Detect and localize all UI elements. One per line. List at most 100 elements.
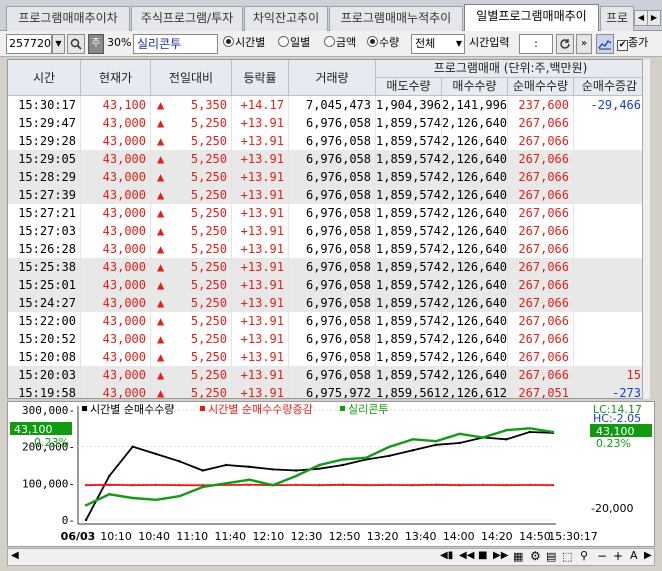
header-program-group: 프로그램매매 (단위:주,백만원) bbox=[376, 60, 646, 78]
cell-buy: 2,126,640 bbox=[442, 204, 508, 222]
radio-time[interactable]: 시간별 bbox=[223, 34, 278, 54]
table-row[interactable]: 15:20:52 43,000 ▲ 5,250 +13.91 6,976,058 1,859… bbox=[8, 330, 646, 348]
cell-volume: 6,976,058 bbox=[289, 132, 376, 150]
scroll-right-icon[interactable]: ▶ bbox=[644, 550, 652, 561]
series-point bbox=[108, 483, 111, 486]
y-tick-label: 100,000- bbox=[22, 477, 75, 490]
table-row[interactable]: 15:30:17 43,100 ▲ 5,350 +14.17 7,045,473 1,904… bbox=[8, 96, 646, 114]
table-row[interactable]: 15:29:28 43,000 ▲ 5,250 +13.91 6,976,058 1,859… bbox=[8, 132, 646, 150]
header-time: 시간 bbox=[8, 60, 81, 96]
cell-rate: +13.91 bbox=[232, 168, 289, 186]
radio-amount[interactable]: 금액 bbox=[324, 34, 366, 54]
cell-buy: 2,126,640 bbox=[442, 348, 508, 366]
scope-select[interactable]: 전체 ▼ bbox=[411, 34, 465, 54]
chart-icon[interactable] bbox=[596, 34, 614, 54]
cell-rate: +13.91 bbox=[232, 276, 289, 294]
tab-program-more[interactable]: 프로 bbox=[600, 6, 634, 31]
series-point bbox=[458, 483, 461, 487]
zoom-out-icon[interactable]: − bbox=[597, 549, 607, 563]
chart-canvas[interactable]: 300,000-200,000-100,000-0-06/03 10:10 10:4… bbox=[8, 402, 654, 546]
cell-time: 15:28:29 bbox=[8, 168, 81, 186]
grid-view-icon[interactable]: ▦ bbox=[513, 550, 523, 563]
font-size-icon[interactable]: A bbox=[630, 549, 638, 562]
cell-inc bbox=[574, 348, 646, 366]
rewind-icon[interactable]: ◀▮ bbox=[440, 550, 453, 561]
zoom-icon[interactable]: ⚲ bbox=[580, 549, 588, 562]
radio-amount-icon bbox=[324, 36, 335, 47]
cell-net: 237,600 bbox=[508, 96, 574, 114]
cell-time: 15:27:21 bbox=[8, 204, 81, 222]
cell-net: 267,066 bbox=[508, 114, 574, 132]
cell-change: ▲ 5,250 bbox=[151, 186, 232, 204]
cell-time: 15:24:27 bbox=[8, 294, 81, 312]
settings-icon[interactable]: ⚙ bbox=[530, 549, 541, 563]
x-tick-label: 10:40 bbox=[138, 530, 170, 543]
cell-price: 43,000 bbox=[81, 240, 151, 258]
change-value: 5,250 bbox=[190, 332, 227, 346]
program-trade-table: 시간 현재가 전일대비 등락률 거래량 프로그램매매 (단위:주,백만원) 매도… bbox=[7, 59, 650, 399]
table-row[interactable]: 15:27:03 43,000 ▲ 5,250 +13.91 6,976,058 1,859… bbox=[8, 222, 646, 240]
stop-icon[interactable]: ■ bbox=[478, 550, 487, 561]
cell-price: 43,000 bbox=[81, 168, 151, 186]
tab-arbitrage-balance[interactable]: 차익잔고추이 bbox=[244, 6, 328, 31]
copy-icon[interactable]: ▤ bbox=[546, 550, 556, 563]
header-net-inc: 순매수증감 bbox=[574, 78, 646, 96]
cell-net: 267,066 bbox=[508, 168, 574, 186]
table-row[interactable]: 15:20:03 43,000 ▲ 5,250 +13.91 6,976,058 1,859… bbox=[8, 366, 646, 384]
table-row[interactable]: 15:25:01 43,000 ▲ 5,250 +13.91 6,976,058 1,859… bbox=[8, 276, 646, 294]
cell-buy: 2,126,640 bbox=[442, 132, 508, 150]
cell-sell: 1,859,574 bbox=[376, 114, 442, 132]
chevron-down-icon: ▼ bbox=[455, 39, 462, 48]
add-icon[interactable]: + bbox=[613, 549, 623, 563]
cell-inc bbox=[574, 240, 646, 258]
cell-buy: 2,126,640 bbox=[442, 366, 508, 384]
table-row[interactable]: 15:25:38 43,000 ▲ 5,250 +13.91 6,976,058 1,859… bbox=[8, 258, 646, 276]
refresh-icon[interactable] bbox=[556, 34, 574, 54]
table-row[interactable]: 15:29:47 43,000 ▲ 5,250 +13.91 6,976,058 1,859… bbox=[8, 114, 646, 132]
series-point bbox=[318, 483, 321, 487]
draw-icon[interactable]: ⬚ bbox=[562, 550, 572, 563]
cell-time: 15:22:00 bbox=[8, 312, 81, 330]
close-price-checkbox[interactable]: ✔ 종가 bbox=[617, 34, 661, 54]
cell-inc: 15 bbox=[574, 366, 646, 384]
tab-program-trend-diff[interactable]: 프로그램매매추이차 bbox=[6, 6, 130, 31]
table-row[interactable]: 15:26:28 43,000 ▲ 5,250 +13.91 6,976,058 1,859… bbox=[8, 240, 646, 258]
radio-daily[interactable]: 일별 bbox=[278, 34, 320, 54]
header-buy-qty: 매수수량 bbox=[442, 78, 508, 96]
tab-program-cumulative[interactable]: 프로그램매매누적추이 bbox=[329, 6, 463, 31]
table-row[interactable]: 15:22:00 43,000 ▲ 5,250 +13.91 6,976,058 1,859… bbox=[8, 312, 646, 330]
search-icon[interactable] bbox=[67, 34, 85, 54]
table-row[interactable]: 15:20:08 43,000 ▲ 5,250 +13.91 6,976,058 1,859… bbox=[8, 348, 646, 366]
program-chart: 300,000- 200,000- 100,000- 0- 06/03 10:10 10:4… bbox=[7, 401, 655, 547]
table-row[interactable]: 15:24:27 43,000 ▲ 5,250 +13.91 6,976,058 1,859… bbox=[8, 294, 646, 312]
table-row[interactable]: 15:19:58 43,000 ▲ 5,250 +13.91 6,975,972 1,859… bbox=[8, 384, 646, 398]
scroll-left-icon[interactable]: ◀ bbox=[11, 550, 19, 561]
prev-icon[interactable]: ◀◀ bbox=[459, 550, 474, 561]
legend-item: 시간별 순매수수량 bbox=[90, 403, 174, 416]
table-row[interactable]: 15:27:21 43,000 ▲ 5,250 +13.91 6,976,058 1,859… bbox=[8, 204, 646, 222]
tab-prev-icon[interactable]: ◀ bbox=[634, 10, 648, 26]
cell-time: 15:26:28 bbox=[8, 240, 81, 258]
dropdown-icon[interactable]: ▼ bbox=[52, 34, 65, 54]
cell-buy: 2,126,640 bbox=[442, 186, 508, 204]
cell-sell: 1,859,574 bbox=[376, 348, 442, 366]
stock-code-input[interactable]: 257720 bbox=[6, 34, 52, 54]
table-row[interactable]: 15:28:29 43,000 ▲ 5,250 +13.91 6,976,058 1,859… bbox=[8, 168, 646, 186]
change-value: 5,250 bbox=[190, 296, 227, 310]
cell-change: ▲ 5,250 bbox=[151, 168, 232, 186]
next-icon[interactable]: » bbox=[576, 34, 592, 54]
play-icon[interactable]: ▶▶ bbox=[493, 550, 508, 561]
table-row[interactable]: 15:29:05 43,000 ▲ 5,250 +13.91 6,976,058 1,859… bbox=[8, 150, 646, 168]
tab-stock-program-investor[interactable]: 주식프로그램/투자 bbox=[131, 6, 243, 31]
stock-type-icon[interactable]: 주 bbox=[88, 34, 104, 54]
tab-next-icon[interactable]: ▶ bbox=[647, 10, 661, 26]
time-input[interactable]: : bbox=[519, 34, 553, 54]
radio-qty[interactable]: 수량 bbox=[367, 34, 409, 54]
tab-daily-program[interactable]: 일별프로그램매매추이 bbox=[464, 4, 599, 32]
change-value: 5,250 bbox=[190, 206, 227, 220]
table-scrollbar[interactable] bbox=[642, 59, 650, 399]
table-row[interactable]: 15:27:39 43,000 ▲ 5,250 +13.91 6,976,058 1,859… bbox=[8, 186, 646, 204]
chart-hscroll[interactable]: ◀ ◀▮ ◀◀ ■ ▶▶ ▦ ⚙ ▤ ⬚ ⚲ − + A ▶ bbox=[7, 548, 655, 566]
cell-net: 267,066 bbox=[508, 348, 574, 366]
series-point bbox=[84, 483, 88, 487]
